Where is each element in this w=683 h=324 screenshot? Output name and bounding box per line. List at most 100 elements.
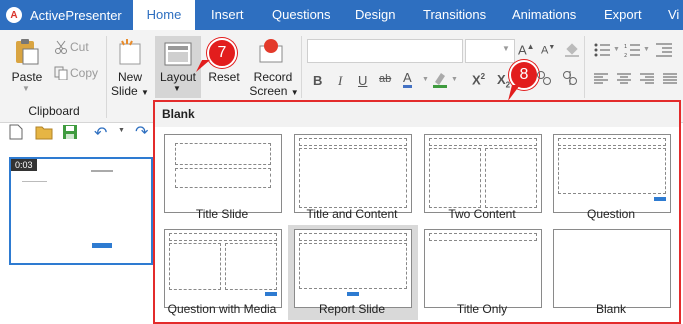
indent-icon[interactable] xyxy=(656,43,672,60)
open-folder-icon[interactable] xyxy=(35,124,53,143)
app-title: A ActivePresenter xyxy=(6,6,122,24)
placeholder-box xyxy=(299,148,407,208)
font-size-dropdown-icon[interactable]: ▼ xyxy=(502,44,510,53)
new-slide-label-1[interactable]: New xyxy=(110,70,150,85)
placeholder-box xyxy=(169,243,221,290)
layout-thumb-title-only[interactable] xyxy=(424,229,542,308)
submit-button-marker xyxy=(265,292,277,296)
italic-icon[interactable]: I xyxy=(338,73,342,89)
thumb-text-placeholder xyxy=(22,181,47,182)
record-screen-dropdown-icon: ▼ xyxy=(290,88,299,97)
bullets-dropdown-icon[interactable]: ▼ xyxy=(613,46,620,53)
justify-icon[interactable] xyxy=(663,73,677,88)
layout-icon xyxy=(164,42,192,69)
tab-transitions[interactable]: Transitions xyxy=(423,0,486,30)
layout-thumb-report-slide[interactable] xyxy=(294,229,412,308)
tab-questions[interactable]: Questions xyxy=(272,0,331,30)
placeholder-box xyxy=(558,138,666,146)
highlight-icon[interactable] xyxy=(432,70,448,91)
layout-thumb-two-content[interactable] xyxy=(424,134,542,213)
copy-icon[interactable] xyxy=(54,66,68,83)
ribbon-divider xyxy=(584,36,585,98)
shrink-font-icon[interactable]: A▼ xyxy=(541,44,555,57)
redo-icon[interactable]: ↷ xyxy=(135,122,148,142)
numbering-dropdown-icon[interactable]: ▼ xyxy=(643,46,650,53)
bold-icon[interactable]: B xyxy=(313,73,322,88)
align-left-icon[interactable] xyxy=(594,73,608,88)
thumb-submit-button xyxy=(92,243,112,248)
placeholder-box xyxy=(429,148,481,208)
align-center-icon[interactable] xyxy=(617,73,631,88)
layout-thumb-title-and-content[interactable] xyxy=(294,134,412,213)
tab-design[interactable]: Design xyxy=(355,0,395,30)
placeholder-box xyxy=(299,138,407,146)
layout-label-question[interactable]: Question xyxy=(546,207,676,221)
grow-font-icon[interactable]: A▲ xyxy=(518,42,535,57)
copy-button[interactable]: Copy xyxy=(70,66,98,80)
layout-label-title-and-content[interactable]: Title and Content xyxy=(287,207,417,221)
layout-gallery-header-text: Blank xyxy=(162,107,195,121)
align-right-icon[interactable] xyxy=(640,73,654,88)
record-screen-icon[interactable] xyxy=(258,38,284,69)
tab-export[interactable]: Export xyxy=(604,0,642,30)
highlight-dropdown-icon[interactable]: ▼ xyxy=(451,76,458,83)
layout-label-report-slide[interactable]: Report Slide xyxy=(287,302,417,316)
placeholder-box xyxy=(299,233,407,241)
paste-icon[interactable] xyxy=(12,38,40,66)
layout-thumb-question-with-media[interactable] xyxy=(164,229,282,308)
record-screen-label-1[interactable]: Record xyxy=(248,70,298,85)
layout-label-title-only[interactable]: Title Only xyxy=(417,302,547,316)
font-color-icon[interactable]: A xyxy=(403,71,412,88)
record-screen-label-text: Screen xyxy=(249,84,288,98)
tab-animations[interactable]: Animations xyxy=(512,0,576,30)
tab-insert[interactable]: Insert xyxy=(211,0,244,30)
tab-home[interactable]: Home xyxy=(133,0,195,30)
new-slide-label-2[interactable]: Slide ▼ xyxy=(110,84,150,100)
app-name: ActivePresenter xyxy=(30,7,122,23)
new-slide-dropdown-icon: ▼ xyxy=(141,88,149,97)
submit-button-marker xyxy=(654,197,666,201)
reset-button[interactable]: Reset xyxy=(204,70,244,85)
tab-view[interactable]: Vi xyxy=(668,0,679,30)
new-slide-icon[interactable] xyxy=(117,38,143,69)
font-color-dropdown-icon[interactable]: ▼ xyxy=(422,76,429,83)
placeholder-box xyxy=(169,233,277,241)
placeholder-box xyxy=(299,243,407,289)
layout-thumb-blank[interactable] xyxy=(553,229,671,308)
layout-thumb-question[interactable] xyxy=(553,134,671,213)
superscript-icon[interactable]: X2 xyxy=(472,72,485,87)
ribbon-divider xyxy=(301,36,302,98)
slide-thumbnail[interactable]: 0:03 xyxy=(9,157,153,265)
layout-label-title-slide[interactable]: Title Slide xyxy=(157,207,287,221)
paste-dropdown-icon[interactable]: ▼ xyxy=(22,84,30,93)
save-icon[interactable] xyxy=(62,124,78,143)
layout-label-two-content[interactable]: Two Content xyxy=(417,207,547,221)
clipboard-group-label: Clipboard xyxy=(28,104,80,118)
placeholder-box xyxy=(225,243,277,290)
bullets-icon[interactable] xyxy=(594,43,610,60)
clear-format-icon[interactable] xyxy=(564,43,580,60)
font-family-select[interactable] xyxy=(307,39,463,63)
ribbon-divider xyxy=(106,36,107,118)
layout-gallery-header: Blank xyxy=(155,102,679,127)
record-screen-label-2[interactable]: Screen ▼ xyxy=(246,84,302,100)
numbering-icon[interactable]: 12 xyxy=(624,43,640,60)
new-slide-label-text: Slide xyxy=(111,84,138,98)
submit-button-marker xyxy=(347,292,359,296)
svg-text:1: 1 xyxy=(624,44,627,50)
strikethrough-icon[interactable]: ab xyxy=(379,73,391,85)
layout-label-blank[interactable]: Blank xyxy=(546,302,676,316)
placeholder-box xyxy=(175,168,271,188)
underline-icon[interactable]: U xyxy=(358,73,367,88)
layout-label-question-with-media[interactable]: Question with Media xyxy=(157,302,287,316)
paste-button[interactable]: Paste xyxy=(8,70,46,85)
cut-button[interactable]: Cut xyxy=(70,40,89,54)
group-icon[interactable] xyxy=(536,70,552,89)
placeholder-box xyxy=(175,143,271,165)
undo-dropdown-icon[interactable]: ▼ xyxy=(118,127,125,134)
layout-thumb-title-slide[interactable] xyxy=(164,134,282,213)
new-project-icon[interactable] xyxy=(9,124,23,143)
ungroup-icon[interactable] xyxy=(562,70,578,89)
cut-icon[interactable] xyxy=(54,40,68,57)
undo-icon[interactable]: ↶ xyxy=(94,123,107,143)
